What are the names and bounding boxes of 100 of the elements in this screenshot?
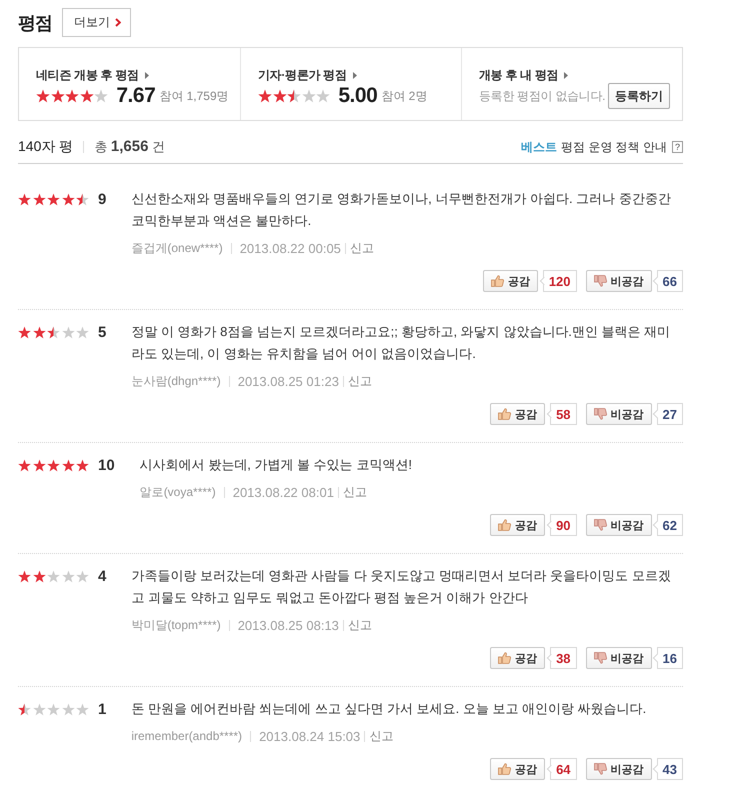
half-star-icon	[47, 326, 60, 338]
like-count: 38	[546, 647, 577, 669]
half-star-icon	[76, 192, 89, 206]
register-button[interactable]: 등록하기	[608, 83, 670, 109]
caret-right-icon	[564, 72, 568, 78]
section-title: 140자 평	[18, 138, 74, 156]
review-date: 2013.08.25 08:13	[238, 618, 339, 632]
page-title: 평점	[18, 12, 52, 34]
dislike-button[interactable]: 비공감	[586, 403, 652, 425]
report-link[interactable]: 신고	[350, 240, 374, 256]
like-count: 64	[546, 758, 577, 780]
star-icon	[50, 89, 65, 103]
review-text: 가족들이랑 보러갔는데 영화관 사람들 다 웃지도않고 멍때리면서 보더라 웃을타이밍도 모르겠고 괴물도 약하고 임무도 뭐없고 돈아깝다 평점 높은거 이해가 안간다	[131, 567, 672, 607]
review-date: 2013.08.24 15:03	[259, 728, 360, 744]
star-icon	[62, 702, 74, 716]
star-icon	[32, 326, 46, 338]
report-link[interactable]: 신고	[342, 484, 367, 500]
total-count: 총 1,656 건	[94, 138, 166, 156]
star-icon	[94, 89, 108, 103]
star-icon	[302, 89, 316, 103]
star-icon	[32, 458, 46, 472]
star-icon	[18, 326, 31, 338]
thumbs-down-icon	[594, 275, 607, 287]
star-icon	[258, 89, 272, 103]
participant-count: 참여 2명	[381, 88, 428, 104]
like-count: 58	[546, 403, 577, 425]
more-button[interactable]: 더보기	[62, 8, 131, 37]
dislike-count: 62	[652, 514, 683, 536]
star-icon	[47, 570, 60, 582]
star-icon	[36, 89, 50, 103]
dislike-count: 27	[652, 403, 683, 425]
average-score: 5.00	[338, 84, 378, 108]
dislike-button[interactable]: 비공감	[586, 758, 652, 780]
help-icon[interactable]: ?	[672, 141, 683, 153]
author-name: iremember(andb****)	[131, 729, 242, 743]
half-star-icon	[287, 89, 302, 103]
dislike-button[interactable]: 비공감	[586, 647, 652, 669]
half-star-icon	[18, 702, 31, 716]
review-text: 돈 만원을 에어컨바람 쐬는데에 쓰고 싶다면 가서 보세요. 오늘 보고 애인이랑 싸웠습니다.	[131, 700, 648, 718]
average-score: 7.67	[116, 84, 156, 108]
star-icon	[316, 89, 330, 103]
star-icon	[47, 192, 60, 206]
dislike-count: 43	[652, 758, 683, 780]
review-date: 2013.08.22 08:01	[232, 484, 334, 500]
review-text: 신선한소재와 명품배우들의 연기로 영화가돋보이나, 너무뻔한전개가 아쉽다. 그러나 중간중간코믹한부분과 액션은 불만하다.	[131, 190, 672, 230]
report-link[interactable]: 신고	[348, 616, 372, 634]
policy-link[interactable]: 평점 운영 정책 안내	[560, 138, 667, 156]
report-link[interactable]: 신고	[348, 372, 372, 390]
star-icon	[76, 702, 89, 716]
review-score: 9	[98, 190, 106, 208]
like-button[interactable]: 공감	[490, 647, 546, 669]
thumbs-down-icon	[594, 652, 607, 664]
star-icon	[80, 89, 94, 103]
like-button[interactable]: 공감	[482, 270, 538, 292]
star-icon	[47, 458, 60, 472]
chevron-right-icon	[115, 18, 121, 27]
no-rating-message: 등록한 평점이 없습니다.	[479, 88, 606, 104]
dislike-count: 66	[652, 270, 683, 292]
star-icon	[47, 702, 60, 716]
review-date: 2013.08.22 00:05	[240, 240, 341, 256]
rating-section-link[interactable]: 네티즌 개봉 후 평점	[36, 66, 139, 84]
thumbs-down-icon	[594, 763, 607, 775]
thumbs-up-icon	[498, 652, 512, 664]
author-name: 즐겁게(onew****)	[131, 240, 223, 256]
star-icon	[18, 570, 31, 582]
author-name: 박미달(topm****)	[131, 616, 221, 634]
thumbs-up-icon	[498, 408, 512, 420]
review-date: 2013.08.25 01:23	[238, 374, 339, 388]
like-count: 90	[546, 514, 577, 536]
review-score: 5	[98, 324, 106, 340]
dislike-button[interactable]: 비공감	[586, 514, 652, 536]
star-icon	[76, 570, 89, 582]
thumbs-down-icon	[594, 519, 607, 531]
like-button[interactable]: 공감	[490, 403, 546, 425]
rating-section-link[interactable]: 기자·평론가 평점	[258, 66, 347, 84]
like-button[interactable]: 공감	[490, 514, 546, 536]
report-link[interactable]: 신고	[369, 728, 394, 744]
dislike-count: 16	[652, 647, 683, 669]
author-name: 알로(voya****)	[140, 484, 216, 500]
star-icon	[65, 89, 80, 103]
star-icon	[76, 458, 89, 472]
review-text: 시사회에서 봤는데, 가볍게 볼 수있는 코믹액션!	[140, 456, 413, 474]
like-button[interactable]: 공감	[490, 758, 546, 780]
thumbs-up-icon	[498, 763, 512, 775]
star-icon	[62, 570, 74, 582]
review-score: 10	[98, 456, 115, 474]
thumbs-up-icon	[490, 275, 504, 287]
thumbs-down-icon	[594, 408, 607, 420]
star-icon	[18, 458, 31, 472]
star-icon	[32, 570, 46, 582]
dislike-button[interactable]: 비공감	[586, 270, 652, 292]
star-icon	[62, 458, 74, 472]
review-text: 정말 이 영화가 8점을 넘는지 모르겠더라고요;; 황당하고, 와닿지 않았습니다.맨인 블랙은 재미라도 있는데, 이 영화는 유치함을 넘어 어이 없음이었습니다.	[131, 323, 672, 363]
review-score: 1	[98, 700, 106, 718]
rating-section-link[interactable]: 개봉 후 내 평점	[479, 66, 558, 84]
thumbs-up-icon	[498, 519, 512, 531]
caret-right-icon	[144, 72, 149, 78]
star-icon	[272, 89, 287, 103]
star-icon	[62, 326, 74, 338]
caret-right-icon	[352, 72, 357, 78]
